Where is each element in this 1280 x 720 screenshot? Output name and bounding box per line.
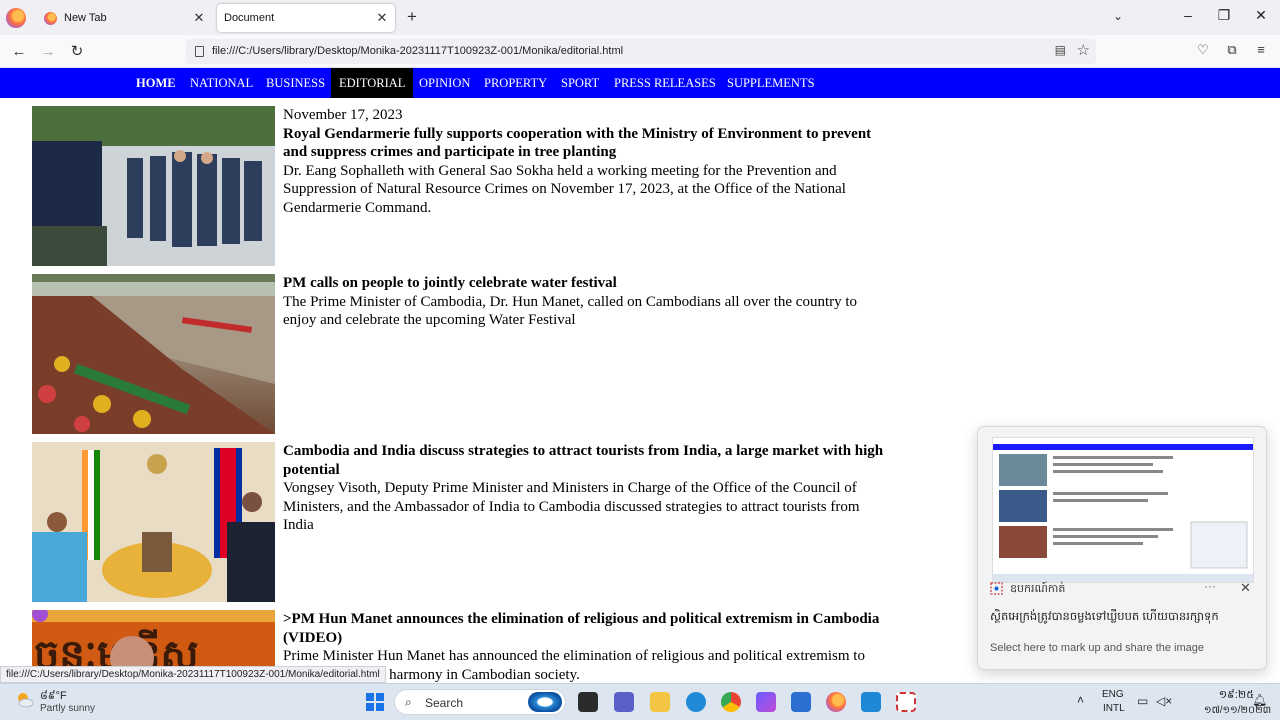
vscode-icon[interactable]	[861, 692, 881, 712]
tab-new-tab[interactable]: New Tab ✕	[34, 4, 212, 32]
show-hidden-icons-chevron-icon[interactable]: ˄	[1077, 693, 1084, 707]
pocket-icon[interactable]: ♡	[1193, 42, 1213, 58]
article-thumbnail[interactable]	[32, 106, 275, 266]
article-text: PM calls on people to jointly celebrate …	[283, 274, 893, 330]
window-close-icon[interactable]: ✕	[1251, 7, 1271, 24]
status-link-preview: file:///C:/Users/library/Desktop/Monika-…	[0, 666, 386, 683]
tab-title: New Tab	[64, 12, 107, 24]
nav-property[interactable]: PROPERTY	[476, 68, 555, 98]
list-all-tabs-chevron-icon[interactable]: ⌄	[1113, 9, 1123, 23]
network-icon[interactable]: ▭	[1137, 694, 1148, 708]
article-summary: The Prime Minister of Cambodia, Dr. Hun …	[283, 293, 858, 329]
hamburger-menu-icon[interactable]: ≡	[1251, 42, 1271, 57]
firefox-favicon-icon	[44, 11, 57, 25]
bookmark-star-icon[interactable]: ☆	[1077, 41, 1090, 59]
article-date: November 17, 2023	[283, 107, 403, 123]
screenshot-preview[interactable]	[992, 437, 1254, 583]
firefox-menu-icon[interactable]	[6, 8, 26, 28]
article-text: Cambodia and India discuss strategies to…	[283, 442, 893, 535]
toast-close-icon[interactable]: ✕	[1240, 580, 1251, 596]
copilot-icon[interactable]	[756, 692, 776, 712]
chrome-icon[interactable]	[721, 692, 741, 712]
file-explorer-icon[interactable]	[650, 692, 670, 712]
notification-bell-icon[interactable]: 🔔︎	[1252, 693, 1267, 707]
restore-icon[interactable]: ❐	[1214, 7, 1234, 24]
article-summary: Dr. Eang Sophalleth with General Sao Sok…	[283, 162, 846, 216]
teams-chat-icon[interactable]	[614, 692, 634, 712]
taskbar-search[interactable]: ⌕ Search	[394, 689, 566, 715]
search-label: Search	[425, 696, 464, 710]
back-arrow-icon[interactable]: ←	[8, 41, 30, 63]
url-text[interactable]: file:///C:/Users/library/Desktop/Monika-…	[212, 45, 623, 57]
close-icon[interactable]: ✕	[190, 10, 208, 26]
task-view-icon[interactable]	[578, 692, 598, 712]
article-headline[interactable]: PM calls on people to jointly celebrate …	[283, 274, 893, 293]
toast-hint: Select here to mark up and share the ima…	[990, 642, 1205, 654]
minimize-icon[interactable]: –	[1178, 7, 1198, 23]
tab-title: Document	[224, 12, 275, 24]
microsoft-store-icon[interactable]	[791, 692, 811, 712]
extensions-icon[interactable]: ⧉	[1222, 42, 1242, 58]
taskbar: ៨៩°F Partly sunny ⌕ Search ˄ ENG INTL ▭ …	[0, 683, 1280, 720]
nav-business[interactable]: BUSINESS	[258, 68, 333, 98]
article-headline[interactable]: >PM Hun Manet announces the elimination …	[283, 610, 893, 647]
article-thumbnail[interactable]	[32, 442, 275, 602]
navigation-toolbar: ← → ↻ file:///C:/Users/library/Desktop/M…	[0, 35, 1280, 68]
snip-notification[interactable]: ឧបករណ៍កាត់ ··· ✕ ស្ថិតអេក្រង់ត្រូវបានចម្…	[977, 426, 1267, 670]
reload-icon[interactable]: ↻	[66, 41, 88, 63]
site-navigation: HOME NATIONAL BUSINESS EDITORIAL OPINION…	[0, 68, 1280, 98]
article-summary: Vongsey Visoth, Deputy Prime Minister an…	[283, 480, 860, 533]
tab-document[interactable]: Document ✕	[217, 4, 395, 32]
nav-home[interactable]: HOME	[128, 68, 184, 98]
article-thumbnail[interactable]	[32, 274, 275, 434]
language-bottom[interactable]: INTL	[1103, 703, 1125, 714]
nav-editorial[interactable]: EDITORIAL	[331, 68, 414, 98]
weather-description[interactable]: Partly sunny	[40, 703, 95, 714]
clock-time[interactable]: ១៩:២៥	[1214, 688, 1254, 704]
address-bar[interactable]: file:///C:/Users/library/Desktop/Monika-…	[186, 39, 1096, 64]
search-icon: ⌕	[405, 695, 412, 709]
language-top[interactable]: ENG	[1102, 689, 1124, 700]
nav-national[interactable]: NATIONAL	[182, 68, 261, 98]
more-options-icon[interactable]: ···	[1204, 579, 1216, 593]
nav-press-releases[interactable]: PRESS RELEASES	[606, 68, 724, 98]
reader-view-icon[interactable]: ▤	[1055, 43, 1066, 57]
edge-icon[interactable]	[686, 692, 706, 712]
nav-sport[interactable]: SPORT	[553, 68, 607, 98]
tab-strip: New Tab ✕ Document ✕ + ⌄ – ❐ ✕	[0, 0, 1280, 35]
snipping-tool-taskbar-icon[interactable]	[896, 692, 916, 712]
article-headline[interactable]: Cambodia and India discuss strategies to…	[283, 442, 893, 479]
clock-date[interactable]: ១៧/១១/២០២៣	[1204, 703, 1271, 718]
toast-message: ស្ថិតអេក្រង់ត្រូវបានចម្លងទៅឃ្លីបបត ហើយបា…	[990, 611, 1219, 623]
close-icon[interactable]: ✕	[373, 10, 391, 26]
volume-muted-icon[interactable]: ◁×	[1156, 694, 1172, 708]
toast-app-name: ឧបករណ៍កាត់	[1010, 583, 1066, 595]
partly-sunny-icon[interactable]	[14, 690, 34, 710]
snipping-tool-icon	[990, 582, 1003, 595]
windows-start-icon[interactable]	[366, 693, 384, 711]
firefox-taskbar-icon[interactable]	[826, 692, 846, 712]
new-tab-plus-icon[interactable]: +	[403, 8, 421, 26]
article-text: November 17, 2023 Royal Gendarmerie full…	[283, 106, 893, 217]
forward-arrow-icon[interactable]: →	[37, 41, 59, 63]
page-icon	[195, 46, 204, 57]
article-headline[interactable]: Royal Gendarmerie fully supports coopera…	[283, 125, 893, 162]
bing-icon[interactable]	[528, 692, 562, 712]
nav-supplements[interactable]: SUPPLEMENTS	[719, 68, 823, 98]
nav-opinion[interactable]: OPINION	[411, 68, 478, 98]
